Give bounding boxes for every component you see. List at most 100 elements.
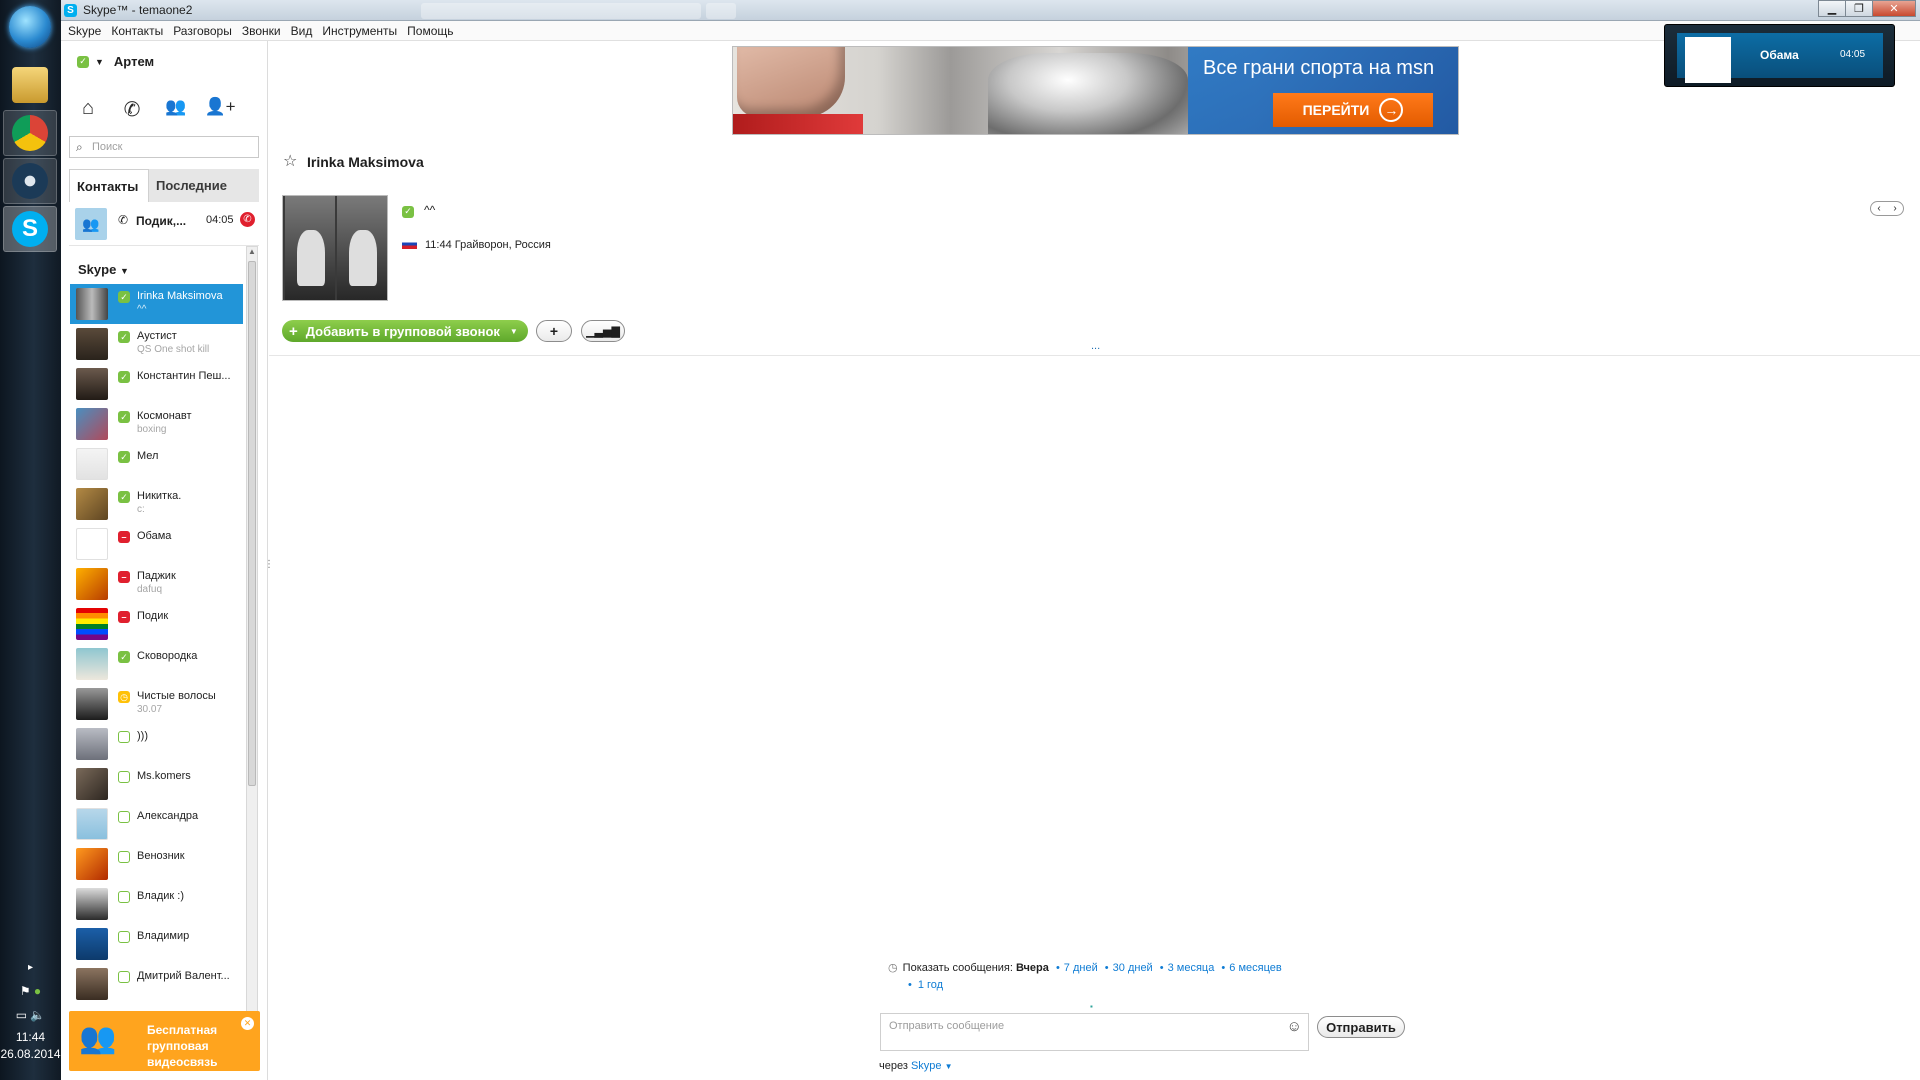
history-30-days[interactable]: 30 дней bbox=[1113, 962, 1153, 974]
sidebar: ✓ ▼ Артем ⌂ ✆ 👥 👤+ ⌕ Поиск Контакты Посл… bbox=[61, 41, 268, 1080]
send-button[interactable]: Отправить bbox=[1317, 1016, 1405, 1038]
avatar bbox=[76, 648, 108, 680]
history-6-months[interactable]: 6 месяцев bbox=[1229, 962, 1281, 974]
busy-status-icon: – bbox=[118, 571, 130, 583]
emoticon-icon[interactable]: ☺ bbox=[1287, 1018, 1302, 1035]
chevron-down-icon: ▼ bbox=[509, 326, 518, 336]
call-quality-button[interactable]: ▁▃▅▇ bbox=[581, 320, 625, 342]
ad-banner[interactable]: Все грани спорта на msn ПЕРЕЙТИ → bbox=[732, 46, 1459, 135]
via-label: через bbox=[879, 1060, 908, 1072]
contact-item[interactable]: Дмитрий Валент... bbox=[70, 964, 243, 1004]
ad-go-button[interactable]: ПЕРЕЙТИ → bbox=[1273, 93, 1433, 127]
tab-recent[interactable]: Последние bbox=[149, 169, 259, 202]
contact-name: Владимир bbox=[137, 930, 190, 942]
contact-name: Irinka Maksimova bbox=[137, 290, 223, 302]
contact-item[interactable]: ))) bbox=[70, 724, 243, 764]
promo-banner[interactable]: 👥 Бесплатная групповая видеосвязь ✕ bbox=[69, 1011, 260, 1071]
close-icon[interactable]: ✕ bbox=[241, 1017, 254, 1030]
menu-calls[interactable]: Звонки bbox=[237, 21, 286, 41]
menu-help[interactable]: Помощь bbox=[402, 21, 458, 41]
home-icon[interactable]: ⌂ bbox=[71, 97, 105, 120]
scroll-up-icon[interactable]: ▲ bbox=[248, 247, 256, 256]
contact-item[interactable]: – Паджик dafuq bbox=[70, 564, 243, 604]
contact-list-header[interactable]: Skype ▼ bbox=[78, 262, 129, 277]
star-icon[interactable]: ☆ bbox=[283, 151, 297, 171]
contact-item[interactable]: Владик :) bbox=[70, 884, 243, 924]
group-icon[interactable]: 👥 bbox=[159, 97, 193, 117]
avatar bbox=[76, 848, 108, 880]
add-contact-icon[interactable]: 👤+ bbox=[203, 97, 237, 117]
skype-icon: S bbox=[12, 211, 48, 247]
search-input[interactable]: Поиск bbox=[92, 141, 122, 153]
contact-item[interactable]: – Подик bbox=[70, 604, 243, 644]
chevron-right-icon[interactable]: › bbox=[1893, 203, 1896, 214]
profile-status[interactable]: ✓ ▼ Артем bbox=[77, 54, 154, 69]
chevron-down-icon[interactable]: ▼ bbox=[945, 1062, 953, 1071]
contact-name: ))) bbox=[137, 730, 148, 742]
history-selected[interactable]: Вчера bbox=[1016, 962, 1049, 974]
scrollbar-thumb[interactable] bbox=[248, 261, 256, 786]
contact-item[interactable]: ✓ Космонавт boxing bbox=[70, 404, 243, 444]
chevron-left-icon[interactable]: ‹ bbox=[1877, 203, 1880, 214]
ad-trophy-image bbox=[988, 53, 1188, 134]
menu-skype[interactable]: Skype bbox=[63, 21, 106, 41]
contact-item[interactable]: Александра bbox=[70, 804, 243, 844]
phone-icon[interactable]: ✆ bbox=[115, 97, 149, 122]
call-monitor-window[interactable]: Обама 04:05 bbox=[1664, 24, 1895, 87]
menu-contacts[interactable]: Контакты bbox=[106, 21, 168, 41]
contact-item[interactable]: ✓ Сковородка bbox=[70, 644, 243, 684]
contact-mood: ✓ ^^ bbox=[402, 203, 435, 218]
menu-conversations[interactable]: Разговоры bbox=[168, 21, 237, 41]
recent-call-item[interactable]: 👥 ✆ Подик,... 04:05 ✆ bbox=[69, 202, 259, 246]
add-button[interactable]: + bbox=[536, 320, 572, 342]
taskbar-skype-button[interactable]: S bbox=[3, 206, 57, 252]
contact-item[interactable]: ◷ Чистые волосы 30.07 bbox=[70, 684, 243, 724]
bullet: • bbox=[1055, 962, 1060, 974]
history-1-year[interactable]: 1 год bbox=[918, 979, 943, 991]
resize-handle[interactable]: ▪ bbox=[1090, 1002, 1093, 1011]
menu-tools[interactable]: Инструменты bbox=[317, 21, 402, 41]
taskbar-chrome-button[interactable] bbox=[3, 110, 57, 156]
end-call-icon[interactable]: ✆ bbox=[240, 212, 255, 227]
contact-profile-picture[interactable] bbox=[282, 195, 388, 301]
folder-icon bbox=[12, 67, 48, 103]
contact-item[interactable]: ✓ Irinka Maksimova ^^ bbox=[70, 284, 243, 324]
start-button[interactable] bbox=[3, 4, 57, 50]
splitter-handle[interactable]: ⋮ bbox=[264, 559, 274, 570]
tab-contacts[interactable]: Контакты bbox=[69, 169, 149, 202]
contact-item[interactable]: Венозник bbox=[70, 844, 243, 884]
tray-expand-icon[interactable]: ▸ bbox=[0, 962, 61, 973]
contact-item[interactable]: Ms.komers bbox=[70, 764, 243, 804]
history-3-months[interactable]: 3 месяца bbox=[1168, 962, 1215, 974]
close-button[interactable]: ✕ bbox=[1872, 0, 1916, 17]
maximize-button[interactable]: ❐ bbox=[1845, 0, 1873, 17]
online-status-icon: ✓ bbox=[118, 651, 130, 663]
contact-item[interactable]: ✓ Константин Пеш... bbox=[70, 364, 243, 404]
contact-list-scrollbar[interactable]: ▲ ▼ bbox=[246, 246, 258, 1041]
add-to-group-call-button[interactable]: + Добавить в групповой звонок ▼ bbox=[282, 320, 528, 342]
caller-avatar bbox=[1685, 37, 1731, 83]
message-input[interactable]: Отправить сообщение ☺ bbox=[880, 1013, 1309, 1051]
profile-pager[interactable]: ‹ › bbox=[1870, 201, 1904, 216]
contact-item[interactable]: ✓ Никитка. c: bbox=[70, 484, 243, 524]
expand-ellipsis[interactable]: ... bbox=[1091, 340, 1100, 352]
via-skype-link[interactable]: Skype bbox=[911, 1060, 942, 1072]
contact-item[interactable]: Владимир bbox=[70, 924, 243, 964]
away-status-icon: ◷ bbox=[118, 691, 130, 703]
contact-name: Никитка. bbox=[137, 490, 182, 502]
contact-item[interactable]: ✓ Мел bbox=[70, 444, 243, 484]
minimize-button[interactable]: ▁ bbox=[1818, 0, 1846, 17]
menu-bar: Skype Контакты Разговоры Звонки Вид Инструмен… bbox=[61, 21, 1920, 41]
contact-item[interactable]: – Обама bbox=[70, 524, 243, 564]
search-box[interactable]: ⌕ Поиск bbox=[69, 136, 259, 158]
taskbar-explorer-button[interactable] bbox=[3, 62, 57, 108]
location-text: 11:44 Грайворон, Россия bbox=[425, 239, 551, 251]
contact-name: Подик bbox=[137, 610, 169, 622]
header-separator bbox=[269, 355, 1920, 356]
online-status-icon: ✓ bbox=[402, 205, 414, 218]
background-window-tab bbox=[421, 3, 701, 19]
taskbar-steam-button[interactable] bbox=[3, 158, 57, 204]
history-7-days[interactable]: 7 дней bbox=[1064, 962, 1098, 974]
menu-view[interactable]: Вид bbox=[286, 21, 318, 41]
contact-item[interactable]: ✓ Аустист QS One shot kill bbox=[70, 324, 243, 364]
